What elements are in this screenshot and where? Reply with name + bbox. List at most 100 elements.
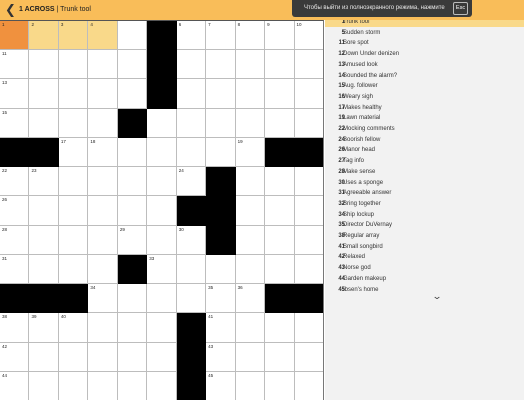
grid-cell[interactable] <box>29 50 59 80</box>
grid-cell[interactable] <box>147 313 177 343</box>
clue-item[interactable]: 5 Sudden storm <box>325 28 524 38</box>
grid-cell[interactable] <box>29 371 59 400</box>
grid-cell[interactable]: 4 <box>88 21 118 51</box>
grid-cell[interactable] <box>117 342 148 372</box>
grid-cell[interactable] <box>265 371 295 400</box>
grid-cell[interactable]: 43 <box>206 342 236 372</box>
clue-item[interactable]: 11 Sore spot <box>325 38 524 48</box>
clue-item[interactable]: 41 Small songbird <box>325 242 524 252</box>
grid-cell[interactable] <box>235 313 266 343</box>
grid-cell[interactable] <box>147 108 177 138</box>
grid-cell[interactable] <box>294 371 323 400</box>
clue-item[interactable]: 16 Weary sigh <box>325 92 524 102</box>
grid-cell[interactable] <box>117 50 148 80</box>
grid-cell[interactable] <box>117 167 148 197</box>
grid-cell[interactable]: 8 <box>235 21 266 51</box>
clue-item[interactable]: 34 Ship lockup <box>325 210 524 220</box>
grid-cell[interactable] <box>117 371 148 400</box>
grid-cell[interactable]: 19 <box>235 137 266 168</box>
grid-cell[interactable] <box>265 225 295 255</box>
grid-cell[interactable]: 11 <box>0 50 30 80</box>
grid-cell[interactable]: 36 <box>235 284 266 314</box>
grid-cell[interactable]: 24 <box>176 167 207 197</box>
clue-item[interactable]: 13 Amused look <box>325 60 524 70</box>
grid-cell[interactable] <box>235 108 266 138</box>
clue-item[interactable]: 31 Agreeable answer <box>325 188 524 198</box>
grid-cell[interactable] <box>147 137 177 168</box>
grid-cell[interactable] <box>147 371 177 400</box>
grid-cell[interactable] <box>294 167 323 197</box>
grid-cell[interactable] <box>58 167 89 197</box>
grid-cell[interactable]: 28 <box>0 225 30 255</box>
grid-cell[interactable]: 23 <box>29 167 59 197</box>
grid-cell[interactable] <box>117 21 148 51</box>
grid-cell[interactable] <box>176 108 207 138</box>
grid-cell[interactable] <box>235 79 266 109</box>
grid-cell[interactable] <box>235 342 266 372</box>
clue-item[interactable]: 19 Lawn material <box>325 113 524 123</box>
grid-cell[interactable] <box>206 137 236 168</box>
grid-cell[interactable] <box>147 342 177 372</box>
grid-cell[interactable] <box>88 196 118 226</box>
grid-cell[interactable] <box>235 254 266 285</box>
grid-cell[interactable]: 35 <box>206 284 236 314</box>
grid-cell[interactable] <box>88 371 118 400</box>
grid-cell[interactable] <box>58 108 89 138</box>
grid-cell[interactable]: 6 <box>176 21 207 51</box>
grid-cell[interactable] <box>235 196 266 226</box>
grid-cell[interactable]: 39 <box>29 313 59 343</box>
grid-cell[interactable] <box>147 284 177 314</box>
grid-cell[interactable] <box>206 108 236 138</box>
grid-cell[interactable] <box>294 254 323 285</box>
grid-cell[interactable] <box>88 225 118 255</box>
grid-cell[interactable]: 3 <box>58 21 89 51</box>
grid-cell[interactable]: 45 <box>206 371 236 400</box>
grid-cell[interactable] <box>29 225 59 255</box>
grid-cell[interactable] <box>88 342 118 372</box>
grid-cell[interactable] <box>294 50 323 80</box>
grid-cell[interactable] <box>58 342 89 372</box>
grid-cell[interactable] <box>29 79 59 109</box>
grid-cell[interactable] <box>294 196 323 226</box>
grid-cell[interactable]: 34 <box>88 284 118 314</box>
grid-cell[interactable]: 2 <box>29 21 59 51</box>
grid-cell[interactable]: 10 <box>294 21 323 51</box>
grid-cell[interactable]: 15 <box>0 108 30 138</box>
grid-cell[interactable] <box>58 50 89 80</box>
clue-item[interactable]: 32 Bring together <box>325 199 524 209</box>
grid-cell[interactable] <box>88 108 118 138</box>
grid-cell[interactable] <box>294 79 323 109</box>
grid-cell[interactable] <box>117 196 148 226</box>
grid-cell[interactable]: 9 <box>265 21 295 51</box>
grid-cell[interactable] <box>235 167 266 197</box>
grid-cell[interactable] <box>88 254 118 285</box>
clue-item[interactable]: 22 Mocking comments <box>325 124 524 134</box>
grid-cell[interactable] <box>117 313 148 343</box>
grid-cell[interactable] <box>147 196 177 226</box>
clue-item[interactable]: 15 Aug. follower <box>325 81 524 91</box>
grid-cell[interactable] <box>294 313 323 343</box>
clue-item[interactable]: 38 Regular array <box>325 231 524 241</box>
grid-cell[interactable] <box>294 108 323 138</box>
grid-cell[interactable] <box>176 79 207 109</box>
grid-cell[interactable]: 42 <box>0 342 30 372</box>
grid-cell[interactable] <box>265 50 295 80</box>
grid-cell[interactable] <box>176 137 207 168</box>
grid-cell[interactable] <box>58 196 89 226</box>
grid-cell[interactable] <box>147 225 177 255</box>
grid-cell[interactable] <box>29 108 59 138</box>
grid-cell[interactable]: 40 <box>58 313 89 343</box>
clue-item[interactable]: 14 Sounded the alarm? <box>325 71 524 81</box>
clue-item[interactable]: 42 Relaxed <box>325 252 524 262</box>
grid-cell[interactable] <box>147 167 177 197</box>
grid-cell[interactable]: 38 <box>0 313 30 343</box>
grid-cell[interactable]: 17 <box>58 137 89 168</box>
clue-item[interactable]: 43 Norse god <box>325 263 524 273</box>
grid-cell[interactable] <box>235 225 266 255</box>
grid-cell[interactable] <box>294 342 323 372</box>
grid-cell[interactable]: 7 <box>206 21 236 51</box>
clue-item[interactable]: 28 Make sense <box>325 167 524 177</box>
clue-item[interactable]: 27 Tag info <box>325 156 524 166</box>
grid-cell[interactable] <box>117 79 148 109</box>
grid-cell[interactable] <box>29 342 59 372</box>
